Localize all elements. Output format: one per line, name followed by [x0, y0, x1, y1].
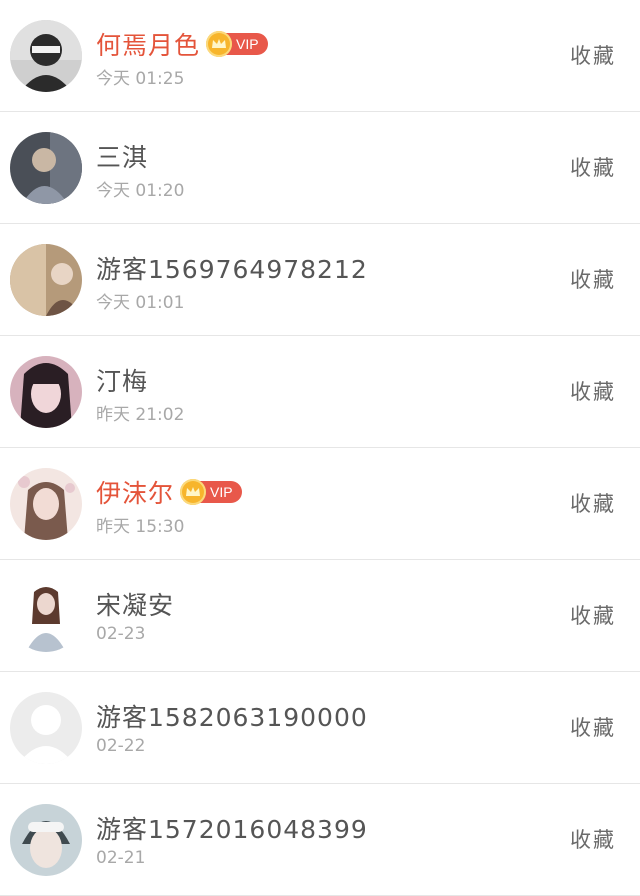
avatar[interactable]	[10, 468, 82, 540]
collect-button[interactable]: 收藏	[570, 40, 616, 70]
list-item[interactable]: 游客1569764978212 今天 01:01 收藏	[0, 224, 640, 336]
list-item[interactable]: 汀梅 昨天 21:02 收藏	[0, 336, 640, 448]
collect-button[interactable]: 收藏	[570, 376, 616, 406]
list-item[interactable]: 何焉月色 VIP 今天 01:25 收藏	[0, 0, 640, 112]
vip-badge: VIP	[206, 31, 268, 57]
name-line: 三淇	[96, 138, 148, 174]
collect-button[interactable]: 收藏	[570, 712, 616, 742]
visit-time: 今天 01:25	[96, 69, 185, 89]
name-line: 游客1569764978212	[96, 250, 368, 286]
name-line: 宋凝安	[96, 586, 174, 622]
list-item[interactable]: 游客1582063190000 02-22 收藏	[0, 672, 640, 784]
vip-badge: VIP	[180, 479, 242, 505]
list-item[interactable]: 宋凝安 02-23 收藏	[0, 560, 640, 672]
list-item[interactable]: 游客1572016048399 02-21 收藏	[0, 784, 640, 896]
avatar[interactable]	[10, 20, 82, 92]
avatar[interactable]	[10, 804, 82, 876]
crown-icon	[180, 479, 207, 505]
visit-time: 02-21	[96, 848, 146, 868]
user-name[interactable]: 游客1572016048399	[96, 810, 368, 846]
avatar[interactable]	[10, 244, 82, 316]
crown-icon	[206, 31, 233, 57]
visit-time: 02-23	[96, 624, 146, 644]
name-line: 伊沫尔 VIP	[96, 474, 242, 510]
avatar[interactable]	[10, 132, 82, 204]
avatar[interactable]	[10, 692, 82, 764]
user-name[interactable]: 伊沫尔	[96, 474, 174, 510]
collect-button[interactable]: 收藏	[570, 264, 616, 294]
visit-time: 今天 01:20	[96, 181, 185, 201]
user-name[interactable]: 游客1582063190000	[96, 698, 368, 734]
collect-button[interactable]: 收藏	[570, 152, 616, 182]
visit-time: 02-22	[96, 736, 146, 756]
collect-button[interactable]: 收藏	[570, 600, 616, 630]
name-line: 游客1582063190000	[96, 698, 368, 734]
collect-button[interactable]: 收藏	[570, 488, 616, 518]
user-name[interactable]: 何焉月色	[96, 26, 200, 62]
collect-button[interactable]: 收藏	[570, 824, 616, 854]
visit-time: 今天 01:01	[96, 293, 185, 313]
user-name[interactable]: 游客1569764978212	[96, 250, 368, 286]
avatar[interactable]	[10, 580, 82, 652]
user-name[interactable]: 汀梅	[96, 362, 148, 398]
list-item[interactable]: 伊沫尔 VIP 昨天 15:30 收藏	[0, 448, 640, 560]
list-item[interactable]: 三淇 今天 01:20 收藏	[0, 112, 640, 224]
visit-time: 昨天 15:30	[96, 517, 185, 537]
name-line: 汀梅	[96, 362, 148, 398]
name-line: 何焉月色 VIP	[96, 26, 268, 62]
visitor-list: 何焉月色 VIP 今天 01:25 收藏 三淇 今天 01:20 收藏 游客15…	[0, 0, 640, 896]
name-line: 游客1572016048399	[96, 810, 368, 846]
avatar[interactable]	[10, 356, 82, 428]
user-name[interactable]: 三淇	[96, 138, 148, 174]
user-name[interactable]: 宋凝安	[96, 586, 174, 622]
visit-time: 昨天 21:02	[96, 405, 185, 425]
